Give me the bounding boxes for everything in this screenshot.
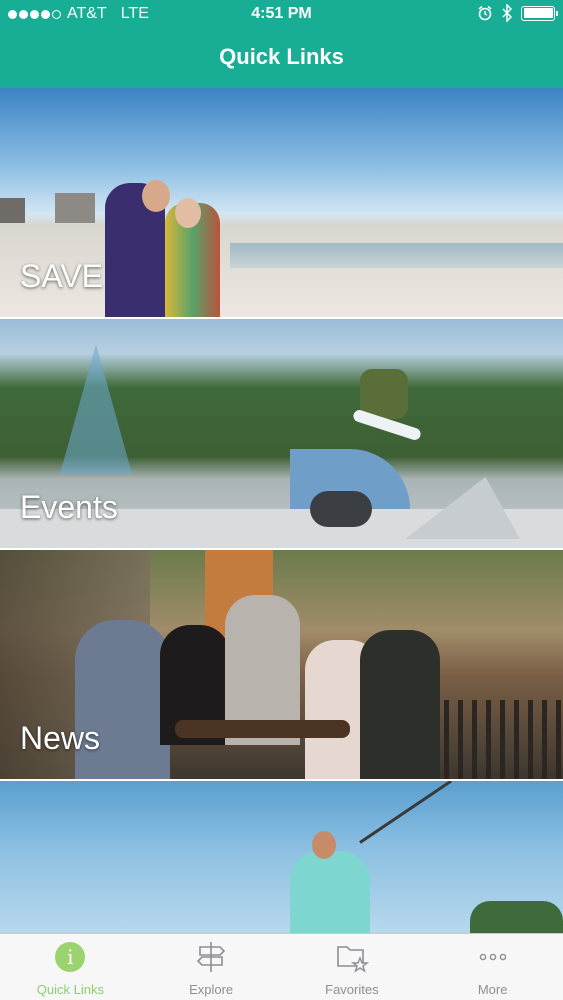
tab-label: Quick Links bbox=[36, 982, 104, 997]
quick-link-label: News bbox=[20, 720, 101, 756]
status-right bbox=[477, 4, 558, 22]
tab-label: More bbox=[477, 982, 508, 997]
quick-link-label: Events bbox=[20, 489, 118, 525]
tab-quick-links[interactable]: i Quick Links bbox=[0, 934, 141, 1000]
tab-explore[interactable]: Explore bbox=[141, 934, 282, 1000]
page-title: Quick Links bbox=[219, 44, 344, 69]
alarm-icon bbox=[478, 5, 492, 21]
status-bar: AT&T LTE 4:51 PM bbox=[0, 0, 563, 30]
more-dots-icon bbox=[479, 953, 506, 961]
quick-link-fishing[interactable] bbox=[0, 781, 563, 933]
app-header: AT&T LTE 4:51 PM Quick Links bbox=[0, 0, 563, 88]
bluetooth-icon bbox=[502, 4, 513, 22]
tab-label: Favorites bbox=[325, 982, 379, 997]
quick-link-save[interactable]: SAVE bbox=[0, 88, 563, 317]
quick-link-news[interactable]: News bbox=[0, 550, 563, 779]
quick-link-label: SAVE bbox=[20, 258, 103, 294]
tab-favorites[interactable]: Favorites bbox=[282, 934, 423, 1000]
tab-label: Explore bbox=[189, 982, 234, 997]
tab-more[interactable]: More bbox=[422, 934, 563, 1000]
battery-icon bbox=[521, 5, 558, 21]
info-icon: i bbox=[53, 940, 87, 974]
quick-links-list: SAVE Events News bbox=[0, 88, 563, 933]
tab-bar: i Quick Links Explore Favorites More bbox=[0, 933, 563, 1000]
signpost-icon bbox=[196, 942, 226, 972]
folder-star-icon bbox=[337, 946, 369, 973]
quick-link-events[interactable]: Events bbox=[0, 319, 563, 548]
